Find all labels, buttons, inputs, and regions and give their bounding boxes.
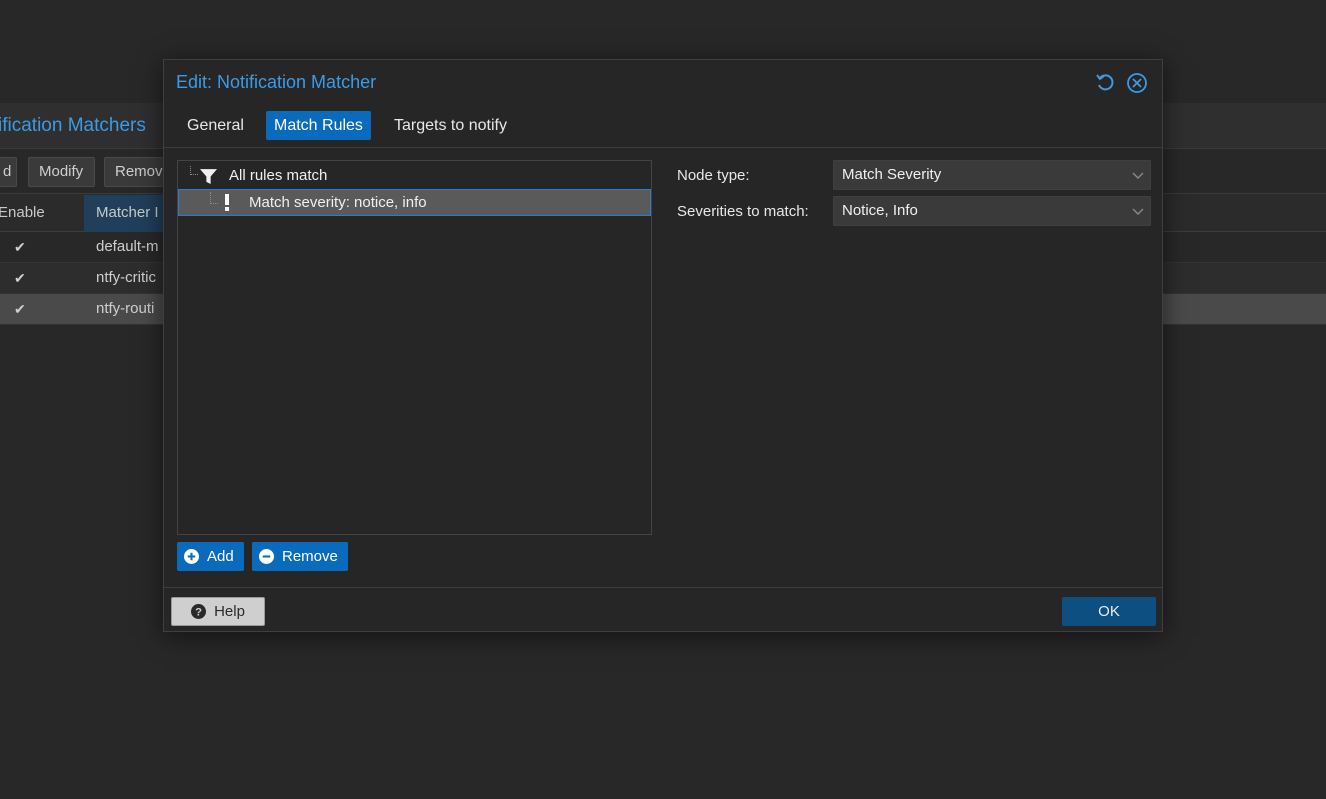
plus-circle-icon (184, 549, 199, 564)
column-header-enable[interactable]: Enable (0, 204, 45, 221)
background-panel-title: ification Matchers (0, 115, 146, 136)
add-rule-label: Add (207, 548, 234, 565)
tree-connector (190, 166, 198, 175)
tab-bar: General Match Rules Targets to notify (164, 107, 1162, 148)
node-type-value: Match Severity (842, 166, 942, 183)
node-type-select[interactable]: Match Severity (833, 160, 1151, 190)
node-type-label: Node type: (677, 167, 750, 184)
rule-tree[interactable]: All rules match Match severity: notice, … (177, 160, 652, 535)
dialog-footer: ? Help OK (164, 587, 1162, 631)
add-rule-button[interactable]: Add (177, 542, 244, 571)
tab-match-rules[interactable]: Match Rules (266, 111, 371, 140)
tree-connector (210, 192, 218, 204)
severities-value: Notice, Info (842, 202, 918, 219)
matcher-name: ntfy-critic (96, 269, 156, 286)
background-modify-button[interactable]: Modify (28, 157, 95, 187)
matcher-name: ntfy-routi (96, 300, 155, 317)
background-add-button[interactable]: d (0, 157, 17, 187)
tree-node-label: Match severity: notice, info (249, 194, 427, 211)
chevron-down-icon[interactable] (1132, 169, 1144, 181)
check-icon: ✔ (14, 301, 26, 317)
edit-notification-matcher-dialog: Edit: Notification Matcher General Match… (163, 59, 1163, 632)
help-button[interactable]: ? Help (171, 597, 265, 626)
background-remove-button[interactable]: Remov (104, 157, 166, 187)
question-circle-icon: ? (191, 604, 207, 619)
chevron-down-icon[interactable] (1132, 205, 1144, 217)
severities-label: Severities to match: (677, 203, 809, 220)
tab-targets-to-notify[interactable]: Targets to notify (386, 111, 515, 140)
ok-button[interactable]: OK (1062, 597, 1156, 626)
close-icon[interactable] (1126, 72, 1148, 94)
tree-node-root[interactable]: All rules match (178, 162, 651, 189)
severities-select[interactable]: Notice, Info (833, 196, 1151, 226)
minus-circle-icon (259, 549, 274, 564)
remove-rule-label: Remove (282, 548, 338, 565)
exclamation-icon (225, 194, 229, 211)
filter-icon (200, 169, 217, 184)
dialog-title: Edit: Notification Matcher (176, 72, 377, 92)
remove-rule-button[interactable]: Remove (252, 542, 348, 571)
help-label: Help (214, 603, 245, 620)
tab-general[interactable]: General (179, 111, 252, 140)
svg-text:?: ? (195, 607, 202, 619)
matcher-name: default-m (96, 238, 159, 255)
tree-node-label: All rules match (229, 167, 328, 184)
check-icon: ✔ (14, 270, 26, 286)
check-icon: ✔ (14, 239, 26, 255)
reset-icon[interactable] (1094, 72, 1116, 94)
column-header-matcher[interactable]: Matcher I (84, 195, 174, 232)
tree-node-match-severity[interactable]: Match severity: notice, info (178, 189, 651, 216)
dialog-tools (1094, 72, 1148, 94)
